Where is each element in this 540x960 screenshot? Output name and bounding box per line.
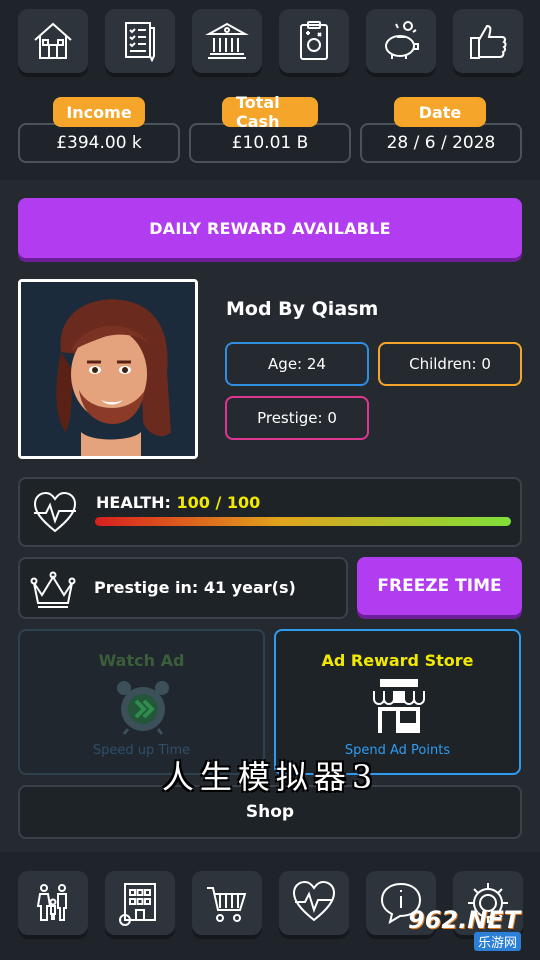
- bank-button[interactable]: [192, 9, 262, 73]
- shop-label: Shop: [245, 802, 295, 822]
- bank-icon: [205, 22, 249, 59]
- shopping-button[interactable]: [192, 871, 262, 935]
- freeze-time-label: FREEZE TIME: [377, 576, 502, 596]
- alarm-clock-icon: [117, 681, 169, 735]
- game-title-watermark: 人生模拟器3: [161, 758, 379, 796]
- age-badge: Age: 24: [225, 342, 369, 386]
- heart-rate-icon: [33, 491, 77, 533]
- checklist-icon: [125, 22, 155, 63]
- crown-icon: [30, 571, 76, 608]
- health-value: 100 / 100: [176, 493, 261, 512]
- health-button[interactable]: [279, 871, 349, 935]
- player-name: Mod By Qiasm: [226, 298, 379, 320]
- daily-reward-button[interactable]: DAILY REWARD AVAILABLE: [18, 198, 522, 258]
- health-title: HEALTH:: [96, 493, 171, 512]
- total-cash-value: £10.01 B: [231, 133, 309, 153]
- age-text: Age: 24: [268, 355, 326, 373]
- prestige-text: Prestige: 0: [257, 409, 337, 427]
- site-watermark: 962.NET 乐游网: [400, 906, 536, 956]
- savings-button[interactable]: [366, 9, 436, 73]
- total-cash-label: Total Cash: [222, 93, 318, 131]
- piggy-bank-icon: [385, 21, 419, 59]
- heart-icon: [292, 880, 336, 922]
- player-portrait[interactable]: [18, 279, 198, 459]
- health-bar: [95, 517, 511, 526]
- prestige-timer-text: Prestige in: 41 year(s): [94, 578, 296, 597]
- thumbs-up-icon: [470, 24, 507, 59]
- family-icon: [36, 884, 67, 921]
- shopping-cart-icon: [207, 887, 247, 922]
- home-icon: [34, 22, 72, 59]
- family-button[interactable]: [18, 871, 88, 935]
- children-badge[interactable]: Children: 0: [378, 342, 522, 386]
- freeze-time-button[interactable]: FREEZE TIME: [357, 557, 522, 615]
- children-text: Children: 0: [409, 355, 491, 373]
- clipboard-icon: [300, 21, 328, 60]
- prestige-timer-panel: Prestige in: 41 year(s): [18, 557, 348, 619]
- site-number: 962.NET: [408, 906, 521, 934]
- health-label: HEALTH: 100 / 100: [96, 493, 260, 512]
- date-box: 28 / 6 / 2028: [360, 123, 522, 163]
- building-icon: [119, 883, 156, 926]
- avatar: [21, 282, 195, 456]
- rate-button[interactable]: [453, 9, 523, 73]
- ad-reward-store-title: Ad Reward Store: [321, 651, 474, 670]
- checklist-button[interactable]: [105, 9, 175, 73]
- income-box: £394.00 k: [18, 123, 180, 163]
- property-button[interactable]: [105, 871, 175, 935]
- prestige-badge: Prestige: 0: [225, 396, 369, 440]
- top-bar: £394.00 k Income £10.01 B Total Cash 28 …: [0, 0, 540, 180]
- date-value: 28 / 6 / 2028: [386, 133, 496, 153]
- daily-reward-label: DAILY REWARD AVAILABLE: [149, 218, 391, 238]
- home-button[interactable]: [18, 9, 88, 73]
- health-panel: HEALTH: 100 / 100: [18, 477, 522, 547]
- watch-ad-title: Watch Ad: [98, 651, 185, 670]
- clipboard-button[interactable]: [279, 9, 349, 73]
- site-label: 乐游网: [474, 932, 522, 951]
- date-label: Date: [394, 97, 486, 127]
- storefront-icon: [373, 679, 425, 733]
- income-value: £394.00 k: [56, 133, 142, 153]
- income-label: Income: [53, 97, 145, 127]
